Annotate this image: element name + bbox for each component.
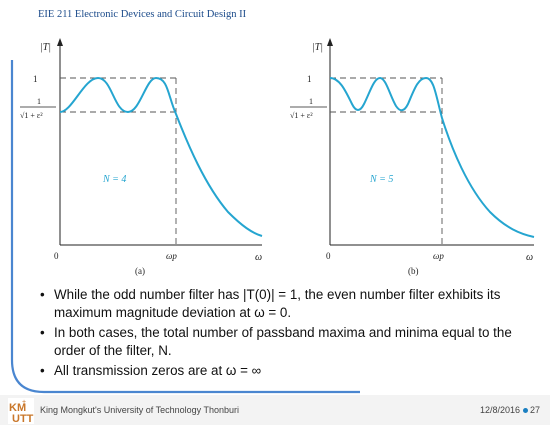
panel-a-fraction-num: 1: [37, 97, 41, 106]
filter-response-figure: |T| 1 1 √1 + ε² N = 4 0 ωp ω (a) |T| 1 1…: [18, 28, 546, 283]
bullet-item: In both cases, the total number of passb…: [40, 324, 535, 359]
kmutt-logo-icon: KM UTT +: [8, 398, 34, 424]
slide-footer: KM UTT + King Mongkut's University of Te…: [0, 395, 550, 425]
bullet-item: While the odd number filter has |T(0)| =…: [40, 286, 535, 321]
bullet-list: While the odd number filter has |T(0)| =…: [40, 286, 535, 383]
panel-a-x-tick-label: ωp: [166, 251, 177, 261]
svg-text:+: +: [22, 399, 26, 406]
panel-b-x-axis-label: ω: [526, 252, 533, 263]
panel-a-x-axis-label: ω: [255, 252, 262, 263]
panel-b-y-tick-top: 1: [307, 74, 312, 84]
footer-date-page: 12/8/2016 27: [480, 405, 540, 415]
bullet-item: All transmission zeros are at ω = ∞: [40, 362, 535, 380]
panel-b-fraction-num: 1: [309, 97, 313, 106]
panel-b-origin-label: 0: [326, 251, 331, 261]
panel-b-x-tick-label: ωp: [433, 251, 444, 261]
panel-b-y-axis-label: |T|: [312, 42, 323, 53]
page-dot-icon: [522, 407, 528, 413]
panel-a-fraction-den: √1 + ε²: [20, 111, 43, 120]
svg-text:UTT: UTT: [12, 413, 34, 424]
footer-page-number: 27: [529, 405, 540, 415]
panel-a-n-label: N = 4: [102, 174, 126, 185]
panel-a-origin-label: 0: [54, 251, 59, 261]
footer-date: 12/8/2016: [479, 405, 520, 415]
footer-institution: King Mongkut's University of Technology …: [40, 405, 239, 415]
panel-a-y-tick-top: 1: [33, 74, 38, 84]
panel-b-n-label: N = 5: [369, 174, 393, 185]
panel-a-y-axis-label: |T|: [40, 42, 51, 53]
panel-a-caption: (a): [135, 266, 145, 276]
panel-b-fraction-den: √1 + ε²: [290, 111, 313, 120]
panel-b-caption: (b): [408, 266, 419, 276]
